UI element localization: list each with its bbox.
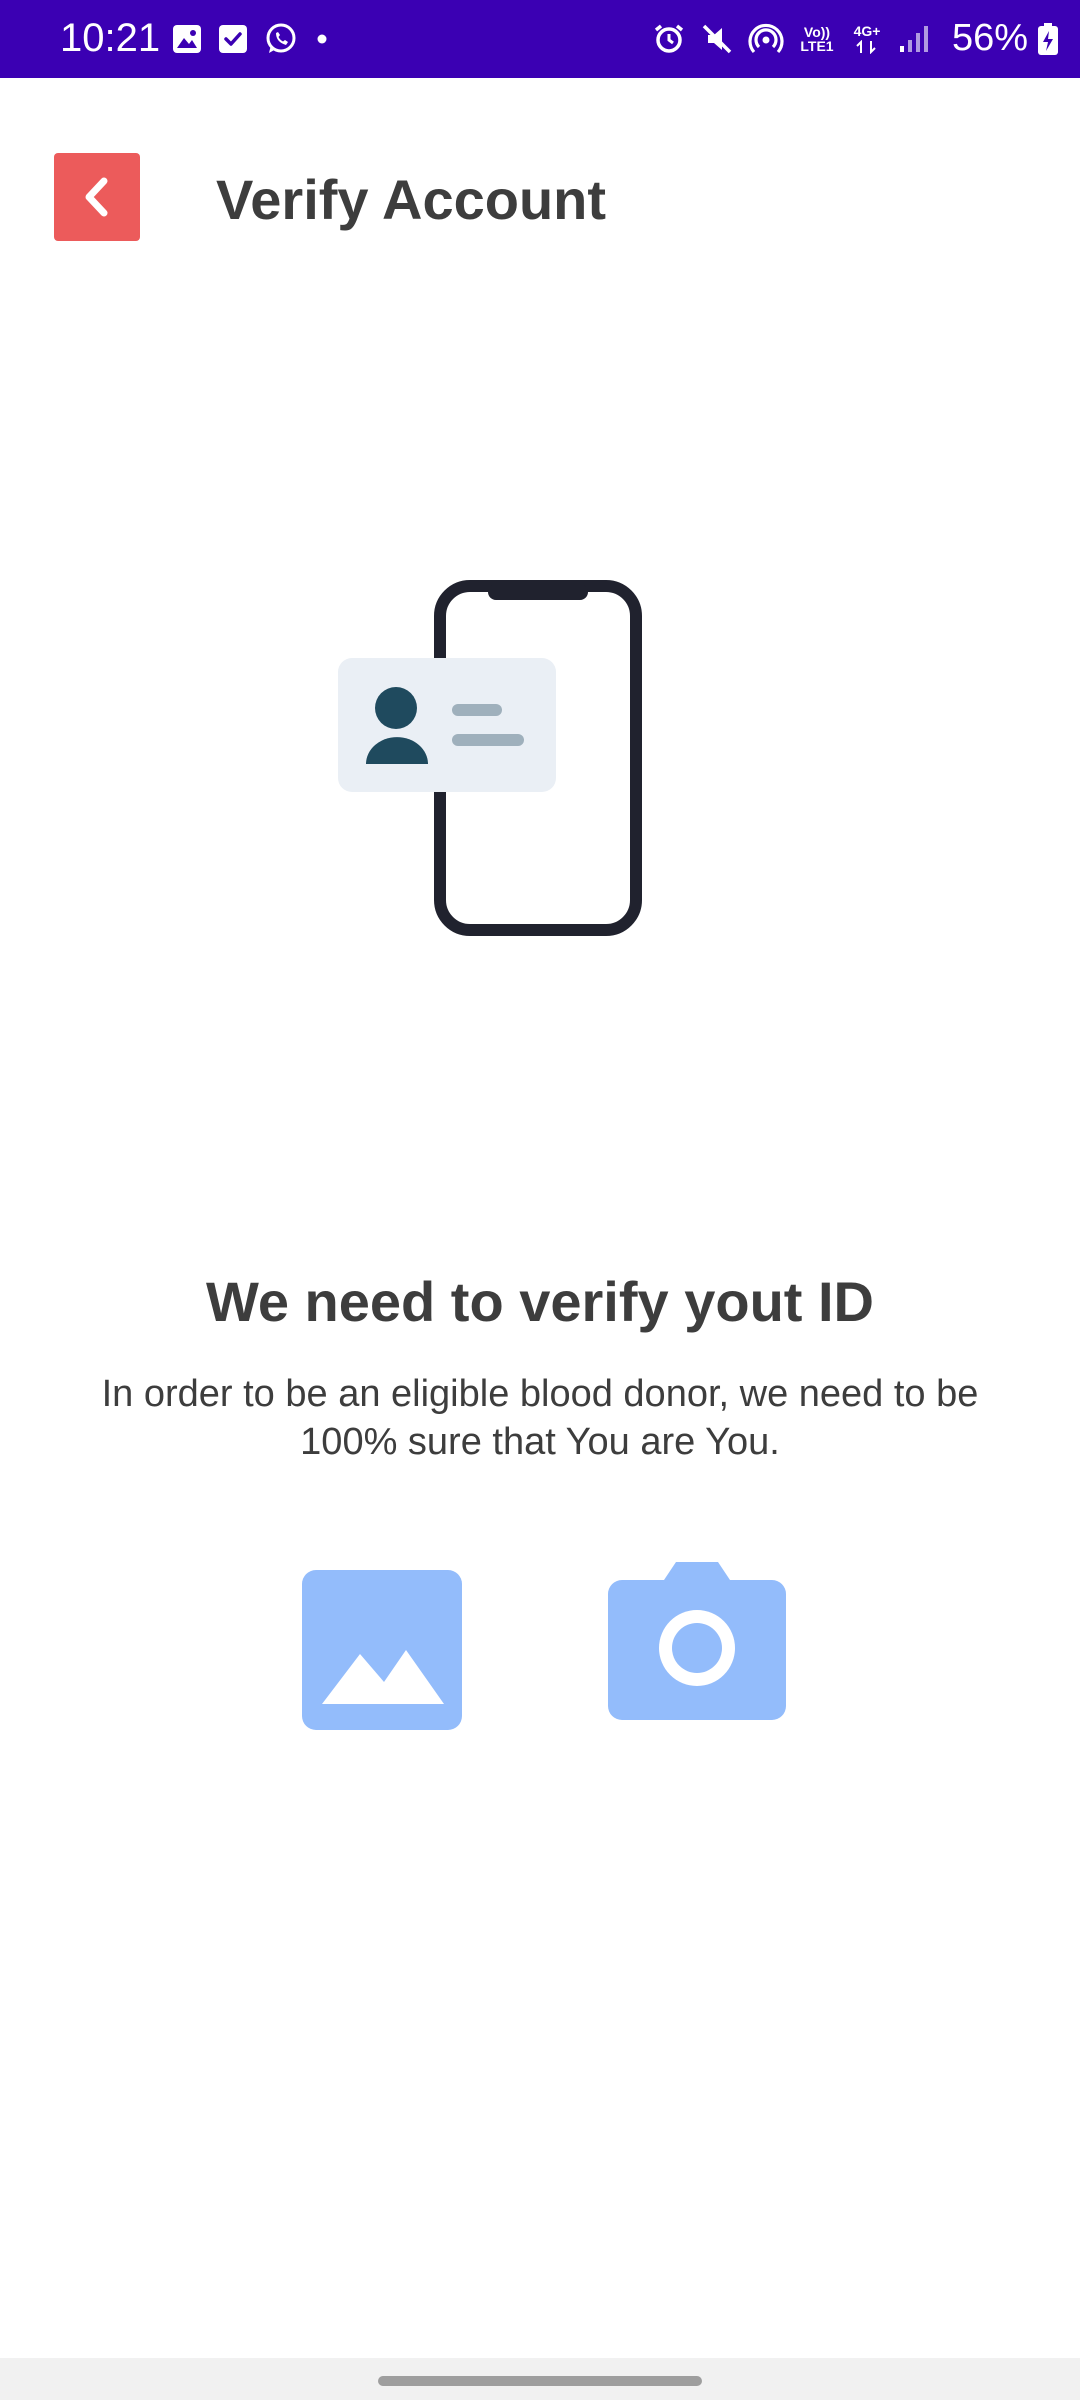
volte-label: Vo))	[803, 24, 831, 40]
home-indicator[interactable]	[378, 2376, 702, 2386]
whatsapp-icon	[266, 23, 296, 53]
back-button[interactable]	[54, 153, 140, 241]
volte-indicator: Vo)) LTE1	[798, 25, 836, 53]
id-card-line-long	[452, 734, 524, 746]
page-title: Verify Account	[216, 168, 607, 231]
gesture-nav-bar	[0, 2358, 1080, 2400]
phone-notch	[488, 584, 588, 600]
alarm-icon	[654, 24, 684, 53]
id-card-line-short	[452, 704, 502, 716]
data-arrows-icon	[856, 40, 876, 54]
hotspot-icon	[748, 23, 784, 54]
id-card-avatar-head	[375, 687, 417, 729]
status-bar: 10:21 Vo)) LTE1 4G+ 56%	[0, 0, 1080, 78]
id-card-phone-illustration	[338, 580, 642, 936]
camera-icon	[608, 1562, 786, 1720]
system-icons: Vo)) LTE1 4G+	[652, 18, 930, 60]
checkbox-icon	[219, 25, 247, 53]
image-icon	[302, 1570, 462, 1730]
notification-icons	[172, 20, 330, 58]
mute-icon	[702, 24, 732, 54]
battery-charging-icon	[1038, 23, 1058, 55]
network-type-indicator: 4G+	[850, 24, 884, 54]
verify-headline: We need to verify yout ID	[206, 1270, 874, 1333]
gallery-icon	[173, 25, 201, 53]
choose-from-gallery-button[interactable]	[302, 1570, 462, 1730]
verify-description: In order to be an eligible blood donor, …	[101, 1373, 979, 1463]
take-photo-button[interactable]	[608, 1560, 786, 1722]
id-card	[338, 658, 556, 792]
dot-icon	[317, 34, 327, 44]
lte-label: LTE1	[800, 38, 834, 54]
chevron-left-icon	[85, 177, 108, 217]
battery-percent: 56%	[951, 17, 1028, 59]
network-type-label: 4G+	[853, 23, 881, 39]
status-time: 10:21	[60, 16, 161, 60]
signal-icon	[900, 26, 928, 52]
